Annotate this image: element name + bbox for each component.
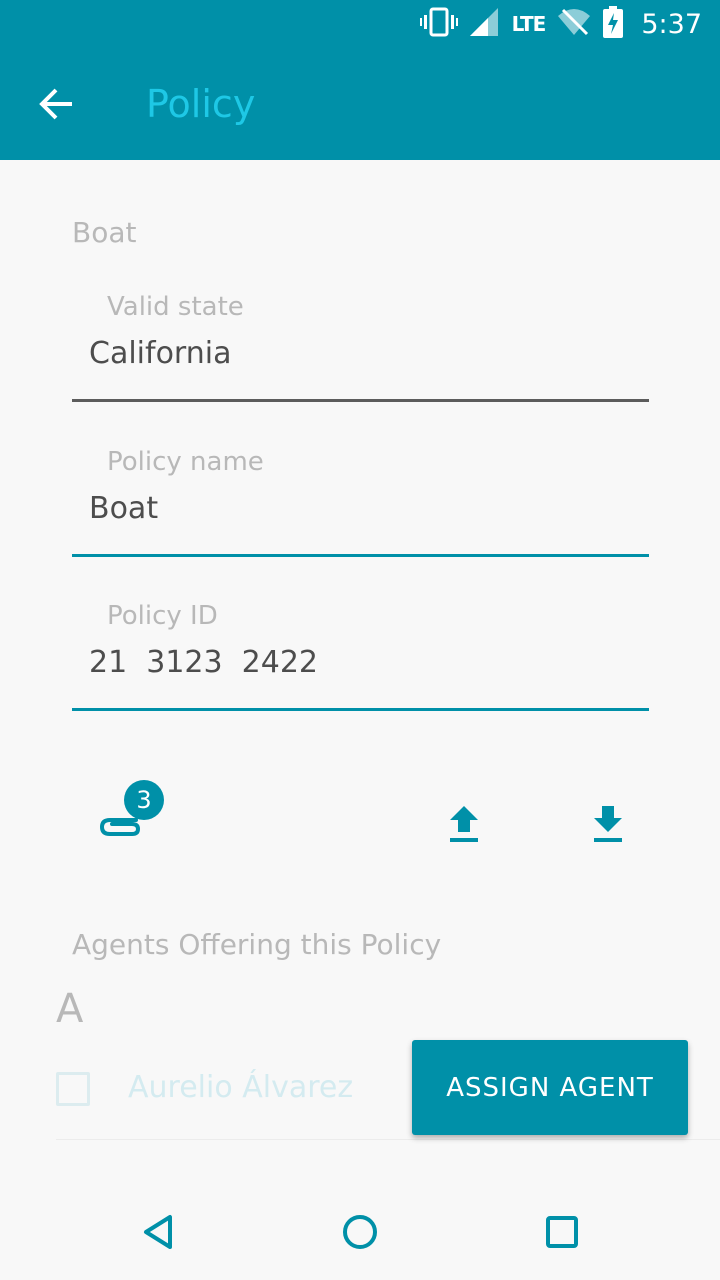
arrow-back-icon <box>39 88 72 120</box>
back-button[interactable] <box>28 76 84 132</box>
nav-back-button[interactable] <box>132 1204 188 1260</box>
page-title: Policy <box>146 82 256 126</box>
status-icons: LTE 5:37 <box>419 6 702 42</box>
network-type-label: LTE <box>511 12 547 36</box>
valid-state-value[interactable]: California <box>89 336 231 371</box>
policy-id-field[interactable]: Policy ID 21 3123 2422 <box>72 601 649 711</box>
policy-id-underline <box>72 708 649 711</box>
wifi-off-icon <box>557 8 591 40</box>
battery-charging-icon <box>603 6 624 42</box>
policy-section-title: Boat <box>72 216 137 249</box>
policy-name-label: Policy name <box>107 447 264 477</box>
download-button[interactable] <box>584 800 632 848</box>
back-triangle-icon <box>144 1215 172 1249</box>
signal-icon <box>469 8 500 40</box>
nav-home-button[interactable] <box>332 1204 388 1260</box>
upload-button[interactable] <box>440 800 488 848</box>
app-bar: Policy <box>0 48 720 160</box>
policy-name-field[interactable]: Policy name Boat <box>72 447 649 557</box>
assign-agent-button[interactable]: ASSIGN AGENT <box>412 1040 688 1135</box>
download-icon <box>594 806 622 842</box>
agent-name: Aurelio Álvarez <box>128 1070 354 1105</box>
valid-state-underline <box>72 399 649 402</box>
system-nav-bar <box>0 1184 720 1280</box>
policy-name-value[interactable]: Boat <box>89 491 158 526</box>
nav-recents-button[interactable] <box>534 1204 590 1260</box>
policy-id-label: Policy ID <box>107 601 218 631</box>
attachment-count-badge: 3 <box>124 780 164 820</box>
status-time: 5:37 <box>641 8 702 40</box>
agents-section-title: Agents Offering this Policy <box>72 928 442 961</box>
valid-state-label: Valid state <box>107 292 244 322</box>
agents-index-letter: A <box>56 986 84 1032</box>
policy-name-underline <box>72 554 649 557</box>
policy-id-value[interactable]: 21 3123 2422 <box>89 645 318 680</box>
attachments-button[interactable]: 3 <box>94 780 174 850</box>
agent-checkbox[interactable] <box>56 1072 90 1106</box>
home-circle-icon <box>343 1215 377 1249</box>
valid-state-field[interactable]: Valid state California <box>72 292 649 402</box>
vibrate-icon <box>419 7 458 41</box>
status-bar: LTE 5:37 <box>0 0 720 48</box>
policy-actions-row: 3 <box>0 770 720 860</box>
recents-square-icon <box>546 1216 578 1248</box>
upload-icon <box>450 806 478 842</box>
